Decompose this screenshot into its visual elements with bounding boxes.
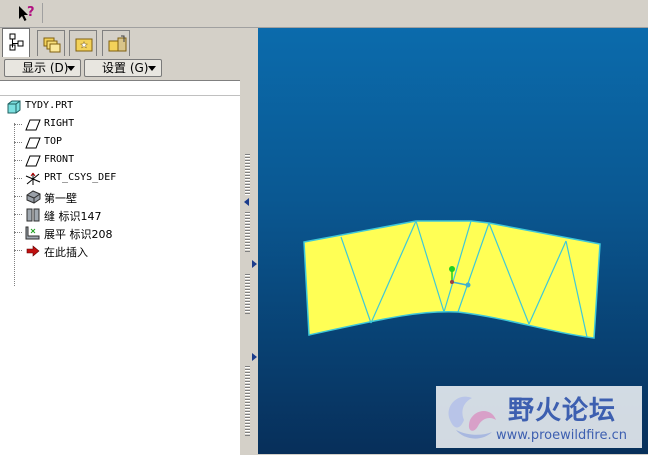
tree-connector-line bbox=[14, 123, 15, 286]
tree-root-label: TYDY.PRT bbox=[25, 100, 74, 111]
insert-here-arrow-icon bbox=[26, 245, 40, 257]
tree-branch bbox=[14, 196, 22, 197]
main-toolbar: ? bbox=[0, 0, 648, 28]
toolbar-separator bbox=[42, 3, 43, 23]
tree-item-label: 缝 标识147 bbox=[44, 210, 102, 223]
tree-item-label: PRT_CSYS_DEF bbox=[44, 172, 117, 183]
display-menu-button[interactable]: 显示 (D) bbox=[4, 59, 81, 77]
tree-branch bbox=[14, 232, 22, 233]
tree-branch bbox=[14, 124, 22, 125]
first-wall-icon bbox=[26, 190, 41, 204]
folder-icon bbox=[43, 37, 61, 53]
splitter-grip bbox=[245, 366, 250, 436]
tree-header-separator bbox=[0, 95, 240, 96]
settings-button-label: 设置 (G) bbox=[102, 61, 149, 75]
tree-branch bbox=[14, 178, 22, 179]
expand-right-arrow-icon[interactable] bbox=[252, 353, 257, 361]
splitter-grip bbox=[245, 154, 250, 196]
coordinate-system-icon bbox=[25, 172, 41, 185]
tab-model-tree[interactable] bbox=[2, 28, 30, 57]
svg-text:?: ? bbox=[27, 5, 35, 20]
tree-item-label: 展平 标识208 bbox=[44, 228, 113, 241]
datum-plane-icon bbox=[25, 155, 41, 167]
unbend-icon bbox=[25, 226, 40, 240]
tree-branch bbox=[14, 142, 22, 143]
tree-item-label: RIGHT bbox=[44, 118, 75, 129]
tab-connections[interactable] bbox=[102, 30, 130, 56]
whats-this-icon[interactable]: ? bbox=[16, 4, 38, 24]
tree-branch bbox=[14, 214, 22, 215]
tree-item-label: 第一壁 bbox=[44, 192, 77, 205]
datum-plane-icon bbox=[25, 137, 41, 149]
model-tree-icon bbox=[9, 33, 24, 51]
tree-branch bbox=[14, 250, 22, 251]
forum-watermark: 野火论坛 www.proewildfire.cn bbox=[436, 386, 642, 448]
panel-splitter[interactable] bbox=[242, 28, 258, 454]
display-button-label: 显示 (D) bbox=[22, 61, 69, 75]
expand-right-arrow-icon[interactable] bbox=[252, 260, 257, 268]
favorites-icon bbox=[75, 38, 93, 52]
tab-folder-browser[interactable] bbox=[37, 30, 65, 56]
tab-favorites[interactable] bbox=[69, 30, 97, 56]
splitter-grip bbox=[245, 274, 250, 314]
tree-item-label: TOP bbox=[44, 136, 63, 147]
rip-icon bbox=[26, 208, 40, 222]
tree-item-label: 在此插入 bbox=[44, 246, 88, 259]
part-icon bbox=[7, 100, 21, 114]
connections-icon bbox=[108, 35, 127, 52]
chevron-down-icon bbox=[67, 66, 75, 71]
tree-branch bbox=[14, 160, 22, 161]
watermark-title: 野火论坛 bbox=[508, 396, 617, 426]
navigator-panel: 显示 (D) 设置 (G) TYDY.PRT RIGHT TOP FRONT P… bbox=[0, 28, 242, 455]
collapse-left-arrow-icon[interactable] bbox=[244, 198, 249, 206]
settings-menu-button[interactable]: 设置 (G) bbox=[84, 59, 162, 77]
datum-plane-icon bbox=[25, 119, 41, 131]
watermark-url: www.proewildfire.cn bbox=[496, 428, 627, 443]
splitter-grip bbox=[245, 212, 250, 252]
model-tree[interactable]: TYDY.PRT RIGHT TOP FRONT PRT_CSYS_DEF 第一… bbox=[0, 80, 240, 455]
chevron-down-icon bbox=[148, 66, 156, 71]
forum-logo-icon bbox=[448, 396, 496, 439]
tree-item-label: FRONT bbox=[44, 154, 75, 165]
